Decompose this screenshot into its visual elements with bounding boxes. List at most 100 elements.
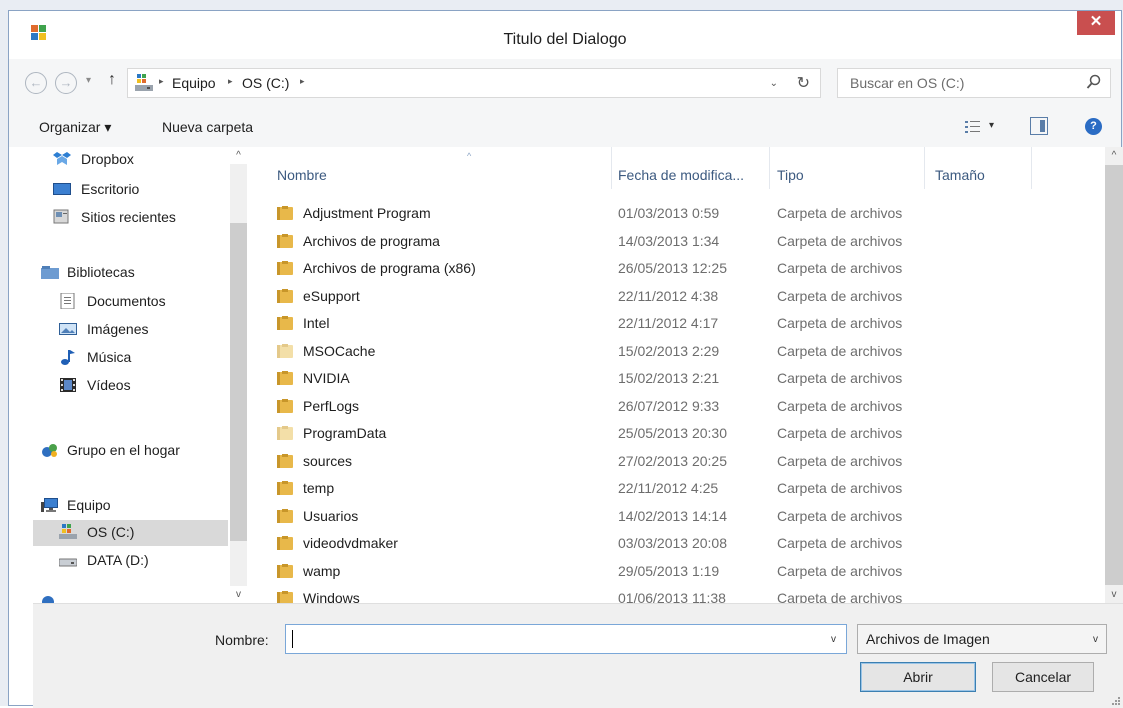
breadcrumb-equipo[interactable]: Equipo [172, 75, 216, 91]
sidebar-item-documentos[interactable]: Documentos [33, 289, 228, 315]
organize-button[interactable]: Organizar ▾ [39, 119, 111, 136]
table-row[interactable]: videodvdmaker 03/03/2013 20:08 Carpeta de … [247, 530, 1105, 557]
text-caret [292, 630, 293, 648]
sidebar-scroll-thumb[interactable] [230, 223, 247, 541]
sidebar-item-dropbox[interactable]: Dropbox [33, 147, 228, 173]
breadcrumb-separator-icon: ▸ [159, 76, 164, 86]
table-row[interactable]: Windows 01/06/2013 11:38 Carpeta de archiv… [247, 585, 1105, 603]
title-bar[interactable]: Titulo del Dialogo ✕ [9, 11, 1121, 59]
search-box[interactable]: Buscar en OS (C:) [837, 68, 1111, 98]
homegroup-icon [42, 444, 57, 457]
file-date: 01/03/2013 0:59 [618, 205, 720, 221]
preview-pane-icon[interactable] [1030, 117, 1048, 135]
sidebar-item-label: Música [87, 349, 132, 365]
help-icon[interactable]: ? [1085, 118, 1102, 135]
sidebar-item-musica[interactable]: Música [33, 345, 228, 371]
column-divider[interactable] [1031, 147, 1032, 189]
column-header-type[interactable]: Tipo [777, 167, 804, 183]
sidebar-scroll-up-icon[interactable]: ^ [230, 147, 247, 164]
filename-history-chevron-icon[interactable]: v [831, 634, 836, 645]
table-row[interactable]: Adjustment Program 01/03/2013 0:59 Carpeta… [247, 200, 1105, 227]
file-name: Archivos de programa (x86) [303, 260, 476, 276]
table-row[interactable]: MSOCache 15/02/2013 2:29 Carpeta de archiv… [247, 338, 1105, 365]
up-button[interactable]: ↑ [108, 71, 116, 89]
file-list-scroll-down-icon[interactable]: v [1105, 586, 1123, 603]
file-name: wamp [303, 562, 341, 579]
column-header-name[interactable]: Nombre [277, 167, 327, 183]
close-button[interactable]: ✕ [1077, 11, 1115, 35]
column-divider[interactable] [769, 147, 770, 189]
column-header-date[interactable]: Fecha de modifica... [618, 167, 744, 183]
system-drive-icon [59, 524, 77, 539]
column-header-size[interactable]: Tamaño [935, 167, 985, 183]
table-row[interactable]: NVIDIA 15/02/2013 2:21 Carpeta de archivos [247, 365, 1105, 392]
file-name: Archivos de programa [303, 232, 440, 249]
search-icon[interactable] [1086, 74, 1102, 90]
recent-locations-dropdown[interactable]: ▾ [86, 75, 91, 86]
open-button[interactable]: Abrir [860, 662, 976, 692]
address-bar[interactable]: ▸ Equipo ▸ OS (C:) ▸ ⌄ ↻ [127, 68, 821, 98]
sidebar-item-data-d[interactable]: DATA (D:) [33, 548, 228, 574]
table-row[interactable]: Usuarios 14/02/2013 14:14 Carpeta de archi… [247, 503, 1105, 530]
network-icon [42, 596, 54, 603]
sidebar-item-imagenes[interactable]: Imágenes [33, 317, 228, 343]
table-row[interactable]: sources 27/02/2013 20:25 Carpeta de archiv… [247, 448, 1105, 475]
file-type: Carpeta de archivos [777, 315, 903, 331]
table-row[interactable]: Archivos de programa 14/03/2013 1:34 Carpe… [247, 228, 1105, 255]
file-list-scrollbar[interactable]: ^ v [1105, 147, 1123, 603]
table-row[interactable]: Intel 22/11/2012 4:17 Carpeta de archivos [247, 310, 1105, 337]
filename-input[interactable]: v [285, 624, 847, 654]
sidebar-item-grupo-hogar[interactable]: Grupo en el hogar [33, 438, 228, 464]
folder-icon [277, 508, 293, 523]
sidebar-scrollbar[interactable]: ^ v [230, 147, 247, 603]
refresh-icon[interactable]: ↻ [797, 73, 810, 93]
file-list-scroll-up-icon[interactable]: ^ [1105, 147, 1123, 164]
table-row[interactable]: wamp 29/05/2013 1:19 Carpeta de archivos [247, 558, 1105, 585]
table-row[interactable]: eSupport 22/11/2012 4:38 Carpeta de archiv… [247, 283, 1105, 310]
file-list-scroll-thumb[interactable] [1105, 165, 1123, 585]
file-type: Carpeta de archivos [777, 370, 903, 386]
sidebar-item-label: Bibliotecas [67, 264, 135, 280]
file-date: 27/02/2013 20:25 [618, 452, 727, 469]
sidebar-item-sitios-recientes[interactable]: Sitios recientes [33, 205, 228, 231]
resize-grip-icon[interactable] [1110, 695, 1120, 705]
folder-icon [277, 591, 293, 603]
sidebar-item-bibliotecas[interactable]: Bibliotecas [33, 260, 228, 286]
sidebar-scroll-down-icon[interactable]: v [230, 586, 247, 603]
file-type: Carpeta de archivos [777, 480, 903, 496]
breadcrumb-separator-icon[interactable]: ▸ [228, 76, 233, 87]
file-type-filter-value: Archivos de Imagen [866, 631, 990, 647]
back-button[interactable]: ← [25, 72, 47, 94]
table-row[interactable]: PerfLogs 26/07/2012 9:33 Carpeta de archiv… [247, 393, 1105, 420]
sidebar-item-os-c[interactable]: OS (C:) [33, 520, 228, 546]
forward-button[interactable]: → [55, 72, 77, 94]
view-options-icon[interactable] [964, 118, 982, 136]
sidebar-item-label: Vídeos [87, 377, 131, 393]
file-type: Carpeta de archivos [777, 507, 903, 524]
new-folder-button[interactable]: Nueva carpeta [162, 119, 253, 135]
address-history-chevron-icon[interactable]: ⌄ [770, 78, 778, 89]
file-open-dialog: Titulo del Dialogo ✕ ← → ▾ ↑ ▸ Equipo ▸ … [8, 10, 1123, 708]
sidebar-item-videos[interactable]: Vídeos [33, 373, 228, 399]
sidebar-item-escritorio[interactable]: Escritorio [33, 177, 228, 203]
table-row[interactable]: temp 22/11/2012 4:25 Carpeta de archivos [247, 475, 1105, 502]
file-type-filter-select[interactable]: Archivos de Imagen v [857, 624, 1107, 654]
music-icon [61, 350, 75, 365]
column-divider[interactable] [924, 147, 925, 189]
file-name: Usuarios [303, 507, 359, 524]
drive-icon [135, 74, 153, 91]
view-dropdown-icon[interactable]: ▾ [989, 120, 994, 131]
breadcrumb-os-c[interactable]: OS (C:) [242, 75, 289, 91]
table-row[interactable]: ProgramData 25/05/2013 20:30 Carpeta de ar… [247, 420, 1105, 447]
sidebar-item-label: Dropbox [81, 151, 134, 167]
libraries-icon [41, 266, 59, 279]
breadcrumb-separator-icon[interactable]: ▸ [300, 76, 305, 87]
cancel-button[interactable]: Cancelar [992, 662, 1094, 692]
file-name: Intel [303, 315, 330, 331]
file-name: temp [303, 480, 335, 496]
sidebar-item-equipo[interactable]: Equipo [33, 493, 228, 519]
table-row[interactable]: Archivos de programa (x86) 26/05/2013 12:… [247, 255, 1105, 282]
file-name: MSOCache [303, 342, 376, 359]
file-type-chevron-icon[interactable]: v [1093, 634, 1098, 645]
column-divider[interactable] [611, 147, 612, 189]
